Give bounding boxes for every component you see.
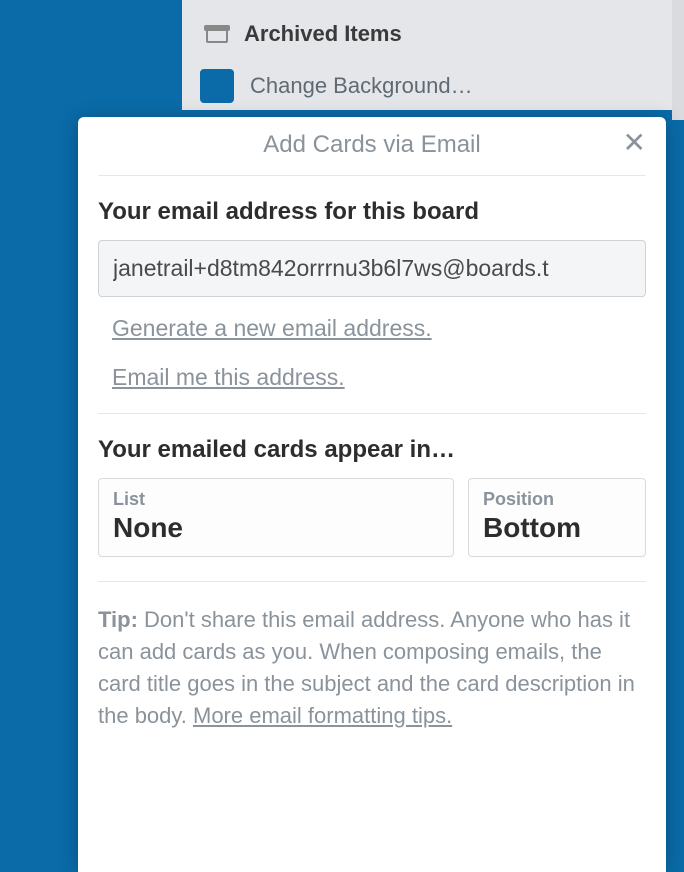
- menu-item-change-background[interactable]: Change Background…: [200, 62, 654, 110]
- popover-title: Add Cards via Email: [263, 131, 480, 158]
- list-select-label: List: [113, 489, 439, 510]
- tip-paragraph: Tip: Don't share this email address. Any…: [98, 604, 646, 732]
- generate-new-email-link[interactable]: Generate a new email address.: [112, 315, 432, 342]
- list-select-value: None: [113, 512, 439, 544]
- list-select[interactable]: List None: [98, 478, 454, 557]
- archived-items-label: Archived Items: [244, 21, 402, 47]
- background-color-swatch: [200, 69, 234, 103]
- divider: [98, 413, 646, 414]
- email-address-heading: Your email address for this board: [98, 198, 646, 226]
- email-action-links: Generate a new email address. Email me t…: [112, 315, 646, 391]
- position-select-label: Position: [483, 489, 631, 510]
- divider: [98, 581, 646, 582]
- change-background-label: Change Background…: [250, 73, 473, 99]
- scrollbar[interactable]: [672, 0, 684, 120]
- tip-label: Tip:: [98, 607, 138, 632]
- menu-panel-background: Archived Items Change Background…: [182, 0, 672, 110]
- position-select-value: Bottom: [483, 512, 631, 544]
- board-email-input[interactable]: [98, 240, 646, 297]
- destination-selectors: List None Position Bottom: [98, 478, 646, 557]
- position-select[interactable]: Position Bottom: [468, 478, 646, 557]
- cards-appear-heading: Your emailed cards appear in…: [98, 436, 646, 464]
- popover-header: Add Cards via Email ✕: [98, 117, 646, 176]
- archive-icon: [206, 25, 228, 43]
- email-settings-popover: Add Cards via Email ✕ Your email address…: [78, 117, 666, 872]
- email-me-address-link[interactable]: Email me this address.: [112, 364, 345, 391]
- menu-item-archived[interactable]: Archived Items: [200, 12, 654, 56]
- close-icon[interactable]: ✕: [623, 129, 646, 157]
- more-formatting-tips-link[interactable]: More email formatting tips.: [193, 703, 452, 728]
